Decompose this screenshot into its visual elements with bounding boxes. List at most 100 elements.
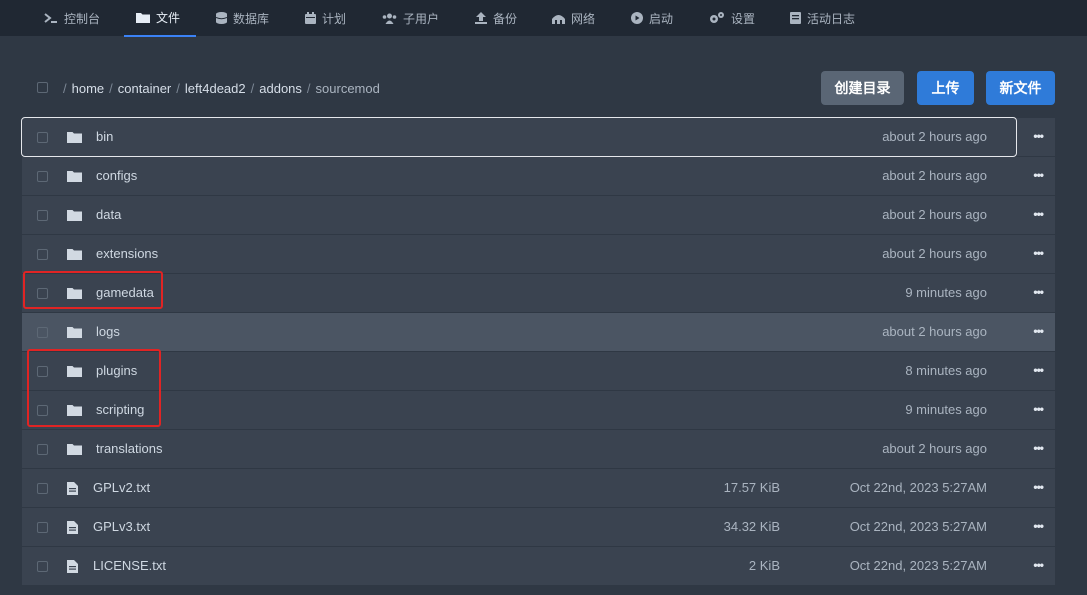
- upload-button[interactable]: 上传: [917, 71, 974, 105]
- more-options-icon[interactable]: •••: [1033, 519, 1044, 533]
- play-icon: [631, 12, 643, 24]
- folder-icon: [67, 131, 82, 146]
- row-checkbox[interactable]: [37, 483, 48, 494]
- more-options-icon[interactable]: •••: [1033, 129, 1044, 143]
- file-name[interactable]: bin: [96, 129, 113, 144]
- row-checkbox[interactable]: [37, 522, 48, 533]
- select-all-checkbox[interactable]: [37, 82, 48, 93]
- folder-icon: [67, 287, 82, 302]
- file-row-plugins[interactable]: plugins 8 minutes ago •••: [22, 352, 1055, 390]
- file-text-icon: [67, 482, 78, 498]
- more-options-icon[interactable]: •••: [1033, 207, 1044, 221]
- more-options-icon[interactable]: •••: [1033, 363, 1044, 377]
- folder-icon: [67, 170, 82, 185]
- nav-item-startup[interactable]: 启动: [631, 0, 673, 36]
- file-row-license[interactable]: LICENSE.txt 2 KiB Oct 22nd, 2023 5:27AM …: [22, 547, 1055, 585]
- breadcrumb-separator: /: [176, 80, 180, 96]
- nav-item-console[interactable]: 控制台: [44, 0, 100, 36]
- file-row-data[interactable]: data about 2 hours ago •••: [22, 196, 1055, 234]
- more-options-icon[interactable]: •••: [1033, 480, 1044, 494]
- row-checkbox[interactable]: [37, 366, 48, 377]
- more-options-icon[interactable]: •••: [1033, 246, 1044, 260]
- row-checkbox[interactable]: [37, 444, 48, 455]
- breadcrumb-left4dead2[interactable]: left4dead2: [185, 81, 246, 96]
- file-name[interactable]: logs: [96, 324, 120, 339]
- nav-item-schedule[interactable]: 计划: [305, 0, 346, 36]
- terminal-icon: [44, 12, 58, 24]
- file-name[interactable]: extensions: [96, 246, 158, 261]
- nav-label: 数据库: [233, 11, 270, 26]
- file-name[interactable]: translations: [96, 441, 162, 456]
- file-row-scripting[interactable]: scripting 9 minutes ago •••: [22, 391, 1055, 429]
- file-modified: 9 minutes ago: [905, 402, 987, 417]
- row-checkbox[interactable]: [37, 327, 48, 338]
- nav-item-backup[interactable]: 备份: [475, 0, 517, 36]
- breadcrumb-addons[interactable]: addons: [259, 81, 302, 96]
- file-name[interactable]: GPLv2.txt: [93, 480, 150, 495]
- nav-item-files[interactable]: 文件: [124, 0, 196, 37]
- row-checkbox[interactable]: [37, 288, 48, 299]
- file-text-icon: [67, 521, 78, 537]
- file-row-logs[interactable]: logs about 2 hours ago •••: [22, 313, 1055, 351]
- upload-icon: [475, 12, 487, 24]
- breadcrumb-separator: /: [109, 80, 113, 96]
- file-name[interactable]: scripting: [96, 402, 144, 417]
- file-row-bin[interactable]: bin about 2 hours ago •••: [21, 117, 1055, 157]
- nav-label: 网络: [571, 11, 596, 26]
- breadcrumb: / home / container / left4dead2 / addons…: [63, 78, 380, 98]
- nav-item-settings[interactable]: 设置: [709, 0, 755, 36]
- nav-item-database[interactable]: 数据库: [216, 0, 269, 36]
- breadcrumb-current: sourcemod: [315, 80, 380, 96]
- nav-item-activity-log[interactable]: 活动日志: [790, 0, 855, 36]
- file-row-gplv2[interactable]: GPLv2.txt 17.57 KiB Oct 22nd, 2023 5:27A…: [22, 469, 1055, 507]
- breadcrumb-container[interactable]: container: [118, 81, 171, 96]
- row-checkbox[interactable]: [37, 561, 48, 572]
- file-modified: Oct 22nd, 2023 5:27AM: [849, 558, 987, 573]
- file-modified: about 2 hours ago: [882, 129, 987, 144]
- database-icon: [216, 12, 227, 24]
- file-name[interactable]: configs: [96, 168, 137, 183]
- calendar-icon: [305, 12, 316, 24]
- file-name[interactable]: gamedata: [96, 285, 154, 300]
- file-row-configs[interactable]: configs about 2 hours ago •••: [22, 157, 1055, 195]
- folder-icon: [67, 404, 82, 419]
- more-options-icon[interactable]: •••: [1033, 441, 1044, 455]
- nav-label: 文件: [156, 11, 181, 25]
- row-checkbox[interactable]: [37, 132, 48, 143]
- log-icon: [790, 12, 801, 24]
- new-file-button[interactable]: 新文件: [986, 71, 1055, 105]
- file-modified: about 2 hours ago: [882, 207, 987, 222]
- nav-item-network[interactable]: 网络: [552, 0, 595, 36]
- row-checkbox[interactable]: [37, 249, 48, 260]
- nav-label: 备份: [493, 11, 518, 26]
- more-options-icon[interactable]: •••: [1033, 324, 1044, 338]
- folder-icon: [136, 12, 150, 23]
- row-checkbox[interactable]: [37, 210, 48, 221]
- row-checkbox[interactable]: [37, 171, 48, 182]
- nav-item-subusers[interactable]: 子用户: [382, 0, 439, 36]
- file-name[interactable]: plugins: [96, 363, 137, 378]
- file-modified: about 2 hours ago: [882, 168, 987, 183]
- file-row-gplv3[interactable]: GPLv3.txt 34.32 KiB Oct 22nd, 2023 5:27A…: [22, 508, 1055, 546]
- file-row-translations[interactable]: translations about 2 hours ago •••: [22, 430, 1055, 468]
- file-name[interactable]: data: [96, 207, 121, 222]
- top-nav: 控制台 文件 数据库 计划 子用户 备份 网络 启动 设置 活动日志: [0, 0, 1087, 37]
- file-name[interactable]: GPLv3.txt: [93, 519, 150, 534]
- file-row-gamedata[interactable]: gamedata 9 minutes ago •••: [22, 274, 1055, 312]
- more-options-icon[interactable]: •••: [1033, 168, 1044, 182]
- more-options-icon[interactable]: •••: [1033, 285, 1044, 299]
- gears-icon: [709, 12, 725, 24]
- nav-label: 控制台: [64, 11, 101, 26]
- file-text-icon: [67, 560, 78, 576]
- folder-icon: [67, 209, 82, 224]
- folder-icon: [67, 443, 82, 458]
- file-size: 17.57 KiB: [723, 480, 780, 495]
- file-row-extensions[interactable]: extensions about 2 hours ago •••: [22, 235, 1055, 273]
- create-directory-button[interactable]: 创建目录: [821, 71, 904, 105]
- more-options-icon[interactable]: •••: [1033, 558, 1044, 572]
- breadcrumb-home[interactable]: home: [72, 81, 105, 96]
- folder-icon: [67, 326, 82, 341]
- row-checkbox[interactable]: [37, 405, 48, 416]
- file-name[interactable]: LICENSE.txt: [93, 558, 166, 573]
- more-options-icon[interactable]: •••: [1033, 402, 1044, 416]
